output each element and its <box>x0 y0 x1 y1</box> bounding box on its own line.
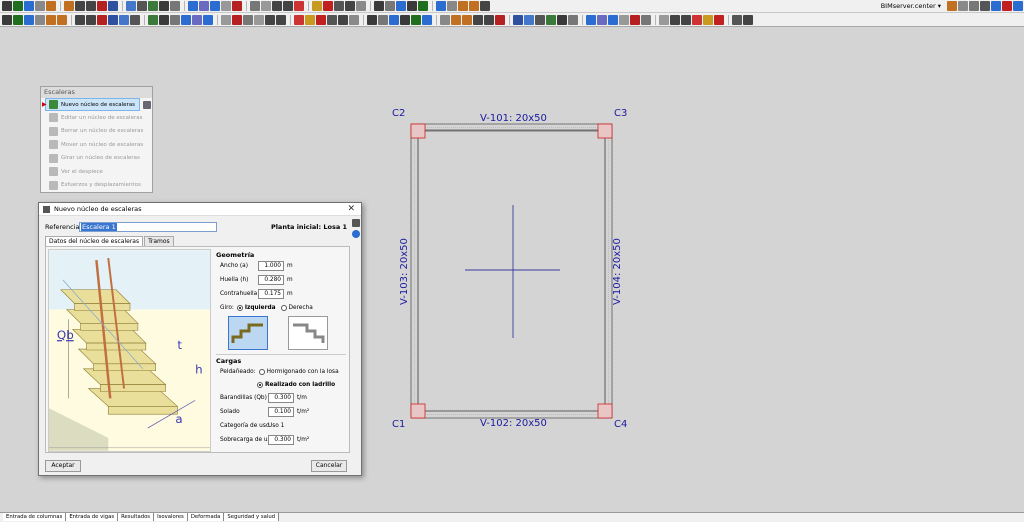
beam-v103-label: V-103: 20x50 <box>399 238 410 305</box>
column-c4[interactable] <box>597 403 613 419</box>
tab-entrada-vigas[interactable]: Entrada de vigas <box>66 513 119 521</box>
column-c2-label: C2 <box>392 108 406 119</box>
column-c1[interactable] <box>410 403 426 419</box>
tab-seguridad-salud[interactable]: Seguridad y salud <box>224 513 280 521</box>
column-c4-label: C4 <box>614 419 628 430</box>
column-c2[interactable] <box>410 123 426 139</box>
column-c3-label: C3 <box>614 108 628 119</box>
plan-canvas[interactable] <box>0 0 1024 522</box>
tab-deformada[interactable]: Deformada <box>187 513 225 521</box>
beam-v102-label: V-102: 20x50 <box>480 418 547 429</box>
tab-resultados[interactable]: Resultados <box>118 513 155 521</box>
tab-entrada-columnas[interactable]: Entrada de columnas <box>3 513 67 521</box>
bottom-tab-strip: Entrada de columnas Entrada de vigas Res… <box>0 512 1024 522</box>
column-c3[interactable] <box>597 123 613 139</box>
column-c1-label: C1 <box>392 419 406 430</box>
tab-isovalores[interactable]: Isovalores <box>154 513 188 521</box>
beam-v101-label: V-101: 20x50 <box>480 113 547 124</box>
beam-v104-label: V-104: 20x50 <box>612 238 623 305</box>
